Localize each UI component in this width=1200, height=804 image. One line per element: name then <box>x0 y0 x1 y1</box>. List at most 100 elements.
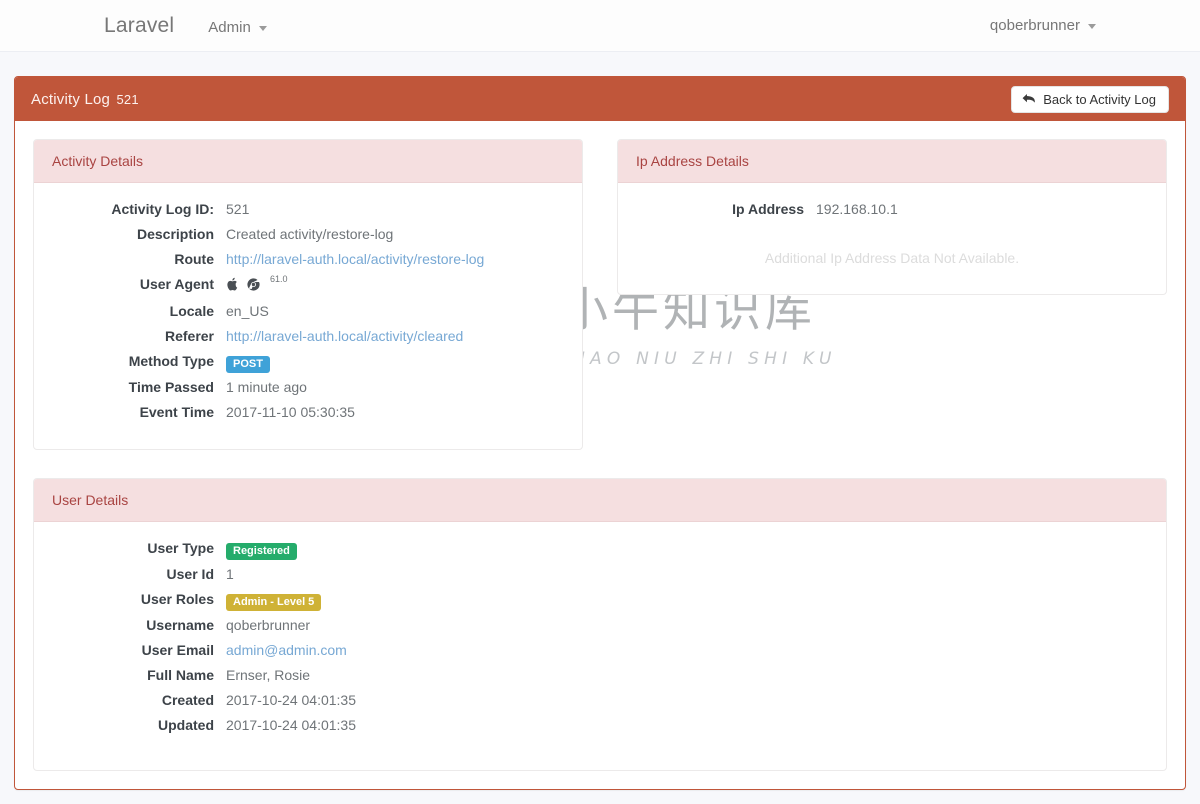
detail-value: Created activity/restore-log <box>226 226 394 242</box>
detail-label: Username <box>146 617 214 633</box>
nav-item-user-menu[interactable]: qoberbrunner <box>990 17 1096 34</box>
back-button-label: Back to Activity Log <box>1043 91 1156 107</box>
detail-row: Description Created activity/restore-log <box>52 224 564 244</box>
detail-value: POST <box>226 351 270 373</box>
detail-row: Activity Log ID: 521 <box>52 199 564 219</box>
activity-details-column: Activity Details Activity Log ID: 521 Desc… <box>33 139 583 450</box>
reply-arrow-icon <box>1022 93 1036 105</box>
user-agent-icons: 61.0 <box>226 274 288 294</box>
ip-details-panel-body: Ip Address 192.168.10.1 Additional Ip Add… <box>618 183 1166 294</box>
detail-label: Description <box>136 226 214 242</box>
detail-label: Created <box>161 692 214 708</box>
detail-value: Registered <box>226 538 297 560</box>
browser-version-label: 61.0 <box>270 274 288 284</box>
detail-value: 521 <box>226 201 250 217</box>
detail-row: Event Time 2017-11-10 05:30:35 <box>52 402 564 422</box>
detail-row: Ip Address 192.168.10.1 <box>636 199 1148 219</box>
detail-value: 1 <box>226 566 234 582</box>
user-details-panel-title: User Details <box>34 479 1166 522</box>
detail-label: User Id <box>166 566 214 582</box>
apple-icon <box>226 277 238 291</box>
detail-label: User Type <box>147 540 214 556</box>
detail-value: 192.168.10.1 <box>816 201 898 217</box>
status-badge: Admin - Level 5 <box>226 594 322 611</box>
detail-row: User Agent 61.0 <box>52 274 564 296</box>
detail-label: Event Time <box>139 404 214 420</box>
detail-label: Activity Log ID: <box>111 201 214 217</box>
user-details-list: User Type Registered User Id 1 User Roles Adm… <box>52 538 1148 735</box>
detail-value: qoberbrunner <box>226 617 311 633</box>
detail-label: Ip Address <box>732 201 804 217</box>
chevron-down-icon <box>1088 24 1096 29</box>
nav-item-admin[interactable]: Admin <box>208 19 267 36</box>
card-header: Activity Log 521 Back to Activity Log <box>15 77 1185 121</box>
back-to-activity-log-button[interactable]: Back to Activity Log <box>1011 85 1169 113</box>
navbar-left-group: Laravel Admin <box>0 14 267 38</box>
detail-row: Created 2017-10-24 04:01:35 <box>52 690 1148 710</box>
detail-value: 61.0 <box>226 274 288 296</box>
page-title: Activity Log 521 <box>31 91 139 108</box>
detail-label: User Agent <box>139 276 214 292</box>
chevron-down-icon <box>258 25 267 31</box>
ip-details-column: Ip Address Details Ip Address 192.168.10.… <box>617 139 1167 450</box>
detail-row: Route http://laravel-auth.local/activity/… <box>52 249 564 269</box>
detail-label: Route <box>174 251 214 267</box>
detail-value[interactable]: admin@admin.com <box>226 640 347 660</box>
detail-value: 2017-10-24 04:01:35 <box>226 717 356 733</box>
detail-value: 1 minute ago <box>226 379 307 395</box>
ip-details-panel-title: Ip Address Details <box>618 140 1166 183</box>
ip-details-list: Ip Address 192.168.10.1 <box>636 199 1148 219</box>
detail-value: 2017-11-10 05:30:35 <box>226 404 355 420</box>
detail-value[interactable]: http://laravel-auth.local/activity/clear… <box>226 326 463 346</box>
detail-label: Updated <box>158 717 214 733</box>
activity-details-panel: Activity Details Activity Log ID: 521 Desc… <box>33 139 583 450</box>
detail-row: Full Name Ernser, Rosie <box>52 665 1148 685</box>
ip-empty-message: Additional Ip Address Data Not Available… <box>764 250 1020 266</box>
detail-label: Method Type <box>128 353 214 369</box>
detail-row: User Roles Admin - Level 5 <box>52 589 1148 611</box>
detail-value: Admin - Level 5 <box>226 589 322 611</box>
page-title-text: Activity Log <box>31 90 111 108</box>
user-details-panel: User Details User Type Registered User Id 1… <box>33 478 1167 771</box>
nav-item-admin-label: Admin <box>208 18 251 36</box>
detail-row: Locale en_US <box>52 301 564 321</box>
detail-row: Username qoberbrunner <box>52 615 1148 635</box>
activity-details-panel-title: Activity Details <box>34 140 582 183</box>
detail-value: en_US <box>226 303 269 319</box>
detail-row: User Email admin@admin.com <box>52 640 1148 660</box>
detail-label: Locale <box>169 303 214 319</box>
detail-value: 2017-10-24 04:01:35 <box>226 692 356 708</box>
detail-label: Full Name <box>147 667 214 683</box>
user-details-panel-body: User Type Registered User Id 1 User Roles Adm… <box>34 522 1166 770</box>
detail-row: Time Passed 1 minute ago <box>52 377 564 397</box>
top-navbar: Laravel Admin qoberbrunner <box>0 0 1200 52</box>
detail-value[interactable]: http://laravel-auth.local/activity/resto… <box>226 249 484 269</box>
detail-value-link[interactable]: admin@admin.com <box>226 642 347 658</box>
detail-value: Ernser, Rosie <box>226 667 311 683</box>
detail-label: User Email <box>141 642 214 658</box>
status-badge: POST <box>226 356 270 373</box>
detail-row: User Id 1 <box>52 564 1148 584</box>
activity-log-card: Activity Log 521 Back to Activity Log 小牛… <box>14 76 1186 790</box>
page-title-record-id: 521 <box>116 91 139 107</box>
card-body: 小牛知识库 XIAO NIU ZHI SHI KU Activity Detai… <box>15 121 1185 789</box>
nav-item-user-label: qoberbrunner <box>989 17 1080 34</box>
detail-row: User Type Registered <box>52 538 1148 560</box>
detail-value-link[interactable]: http://laravel-auth.local/activity/resto… <box>226 251 484 267</box>
detail-row: Updated 2017-10-24 04:01:35 <box>52 715 1148 735</box>
chrome-icon <box>247 277 260 291</box>
detail-label: Referer <box>164 328 214 344</box>
status-badge: Registered <box>226 543 297 560</box>
details-row: Activity Details Activity Log ID: 521 Desc… <box>33 139 1167 450</box>
page-wrapper: Activity Log 521 Back to Activity Log 小牛… <box>0 52 1200 790</box>
activity-details-panel-body: Activity Log ID: 521 Description Created ac… <box>34 183 582 449</box>
brand-link[interactable]: Laravel <box>104 14 174 38</box>
ip-address-details-panel: Ip Address Details Ip Address 192.168.10.… <box>617 139 1167 295</box>
activity-details-list: Activity Log ID: 521 Description Created ac… <box>52 199 564 422</box>
detail-row: Referer http://laravel-auth.local/activit… <box>52 326 564 346</box>
detail-label: Time Passed <box>128 379 214 395</box>
detail-row: Method Type POST <box>52 351 564 373</box>
detail-label: User Roles <box>140 591 214 607</box>
navbar-right-group: qoberbrunner <box>990 17 1096 34</box>
detail-value-link[interactable]: http://laravel-auth.local/activity/clear… <box>226 328 463 344</box>
